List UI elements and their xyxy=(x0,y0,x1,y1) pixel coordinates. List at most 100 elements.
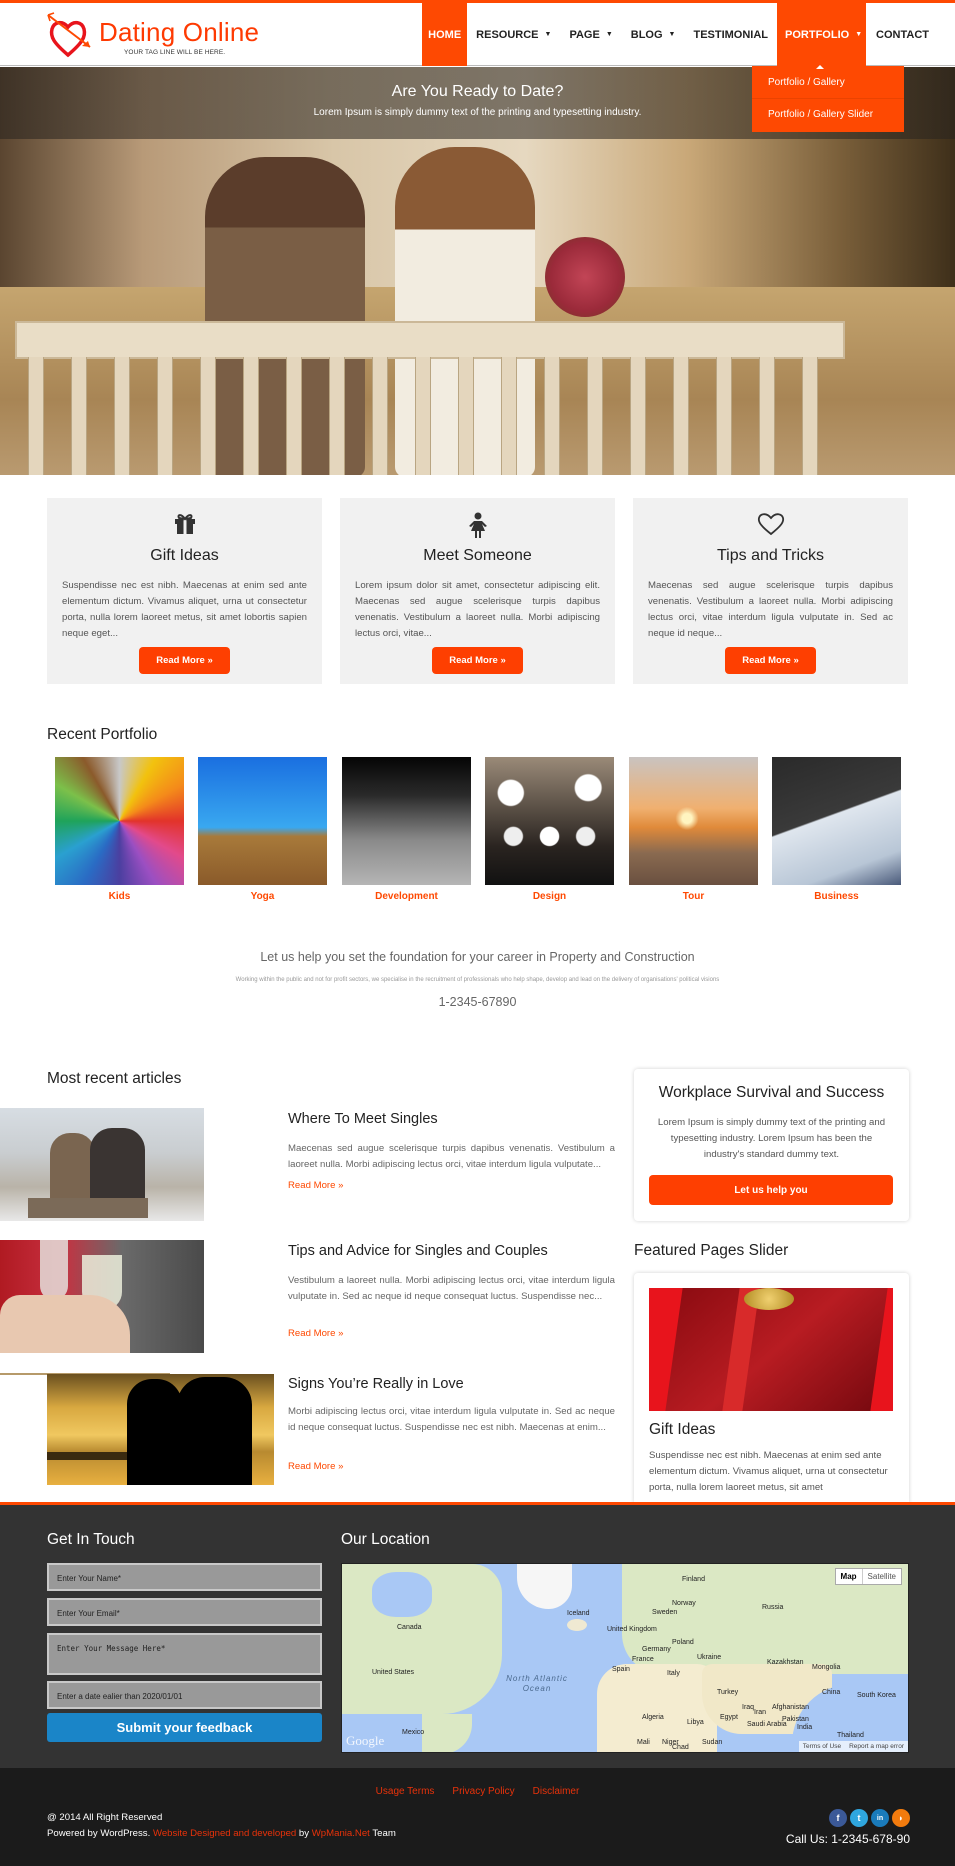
portfolio-label[interactable]: Design xyxy=(485,891,614,902)
nav-resource[interactable]: RESOURCE ▼ xyxy=(467,3,560,66)
article-text: Vestibulum a laoreet nulla. Morbi adipis… xyxy=(288,1275,615,1302)
nav-contact[interactable]: CONTACT xyxy=(866,3,955,66)
nav-page[interactable]: PAGE ▼ xyxy=(560,3,621,66)
hero-image-bench-slat xyxy=(630,357,646,475)
article-read-more-link[interactable]: Read More » xyxy=(288,1461,343,1472)
satellite-view-button[interactable]: Satellite xyxy=(863,1569,901,1584)
article-read-more-link[interactable]: Read More » xyxy=(288,1328,343,1339)
read-more-button[interactable]: Read More » xyxy=(139,647,230,674)
portfolio-item-yoga[interactable]: Yoga xyxy=(198,757,327,902)
nav-testimonial[interactable]: TESTIMONIAL xyxy=(684,3,777,66)
hero-image-bench-slat xyxy=(544,357,560,475)
privacy-policy-link[interactable]: Privacy Policy xyxy=(452,1786,514,1797)
portfolio-image-yoga[interactable] xyxy=(198,757,327,885)
call-us-text: Call Us: 1-2345-678-90 xyxy=(785,1832,910,1846)
map-country-label: Sweden xyxy=(652,1609,678,1616)
nav-home-label: HOME xyxy=(428,28,462,41)
article-title[interactable]: Where To Meet Singles xyxy=(288,1111,438,1127)
usage-terms-link[interactable]: Usage Terms xyxy=(376,1786,435,1797)
featured-slider-heading: Featured Pages Slider xyxy=(634,1242,789,1259)
rss-icon[interactable]: ◗ xyxy=(892,1809,910,1827)
hero-image-bench-slat xyxy=(286,357,302,475)
portfolio-label[interactable]: Tour xyxy=(629,891,758,902)
message-textarea[interactable]: Enter Your Message Here* xyxy=(47,1633,322,1675)
portfolio-label[interactable]: Business xyxy=(772,891,901,902)
map-ocean-label: North Atlantic Ocean xyxy=(506,1674,568,1693)
map-land-greenland xyxy=(517,1564,572,1609)
submit-feedback-button[interactable]: Submit your feedback xyxy=(47,1713,322,1742)
read-more-button[interactable]: Read More » xyxy=(725,647,816,674)
linkedin-icon[interactable]: in xyxy=(871,1809,889,1827)
portfolio-item-business[interactable]: Business xyxy=(772,757,901,902)
portfolio-item-tour[interactable]: Tour xyxy=(629,757,758,902)
portfolio-label[interactable]: Development xyxy=(342,891,471,902)
nav-resource-label: RESOURCE xyxy=(476,28,539,41)
workplace-card: Workplace Survival and Success Lorem Ips… xyxy=(634,1069,909,1221)
recent-articles-heading: Most recent articles xyxy=(47,1070,182,1087)
dropdown-item-portfolio-gallery-slider[interactable]: Portfolio / Gallery Slider xyxy=(768,109,873,120)
map-country-label: Mexico xyxy=(402,1729,425,1736)
portfolio-item-design[interactable]: Design xyxy=(485,757,614,902)
name-input[interactable]: Enter Your Name* xyxy=(47,1563,322,1591)
map-footer: Terms of Use Report a map error xyxy=(798,1741,908,1752)
map-country-label: Chad xyxy=(672,1744,689,1751)
let-us-help-button[interactable]: Let us help you xyxy=(649,1175,893,1205)
hero-image-bench-slat xyxy=(759,357,775,475)
hero-image-bench-slat xyxy=(114,357,130,475)
portfolio-image-kids[interactable] xyxy=(55,757,184,885)
map-country-label: Sudan xyxy=(702,1739,723,1746)
get-in-touch-heading: Get In Touch xyxy=(47,1531,135,1548)
article-image-where-to-meet-singles[interactable] xyxy=(0,1108,204,1221)
hero-image-bench-slat xyxy=(458,357,474,475)
dropdown-item-portfolio-gallery[interactable]: Portfolio / Gallery xyxy=(768,77,845,88)
twitter-icon[interactable]: t xyxy=(850,1809,868,1827)
map-country-label: Finland xyxy=(682,1576,705,1583)
feature-text: Lorem ipsum dolor sit amet, consectetur … xyxy=(355,580,600,639)
article-title[interactable]: Signs You’re Really in Love xyxy=(288,1376,464,1392)
article-image-figure xyxy=(90,1128,145,1203)
map-country-label: Iceland xyxy=(567,1610,590,1617)
portfolio-image-business[interactable] xyxy=(772,757,901,885)
feature-box-gift-ideas: Gift Ideas Suspendisse nec est nibh. Mae… xyxy=(47,498,322,684)
article-read-more-link[interactable]: Read More » xyxy=(288,1180,343,1191)
wpmania-link[interactable]: WpMania.Net xyxy=(312,1828,370,1839)
map-country-label: Iraq xyxy=(742,1704,755,1711)
portfolio-label[interactable]: Yoga xyxy=(198,891,327,902)
map-type-toggle: Map Satellite xyxy=(834,1568,902,1585)
portfolio-item-development[interactable]: Development xyxy=(342,757,471,902)
website-designed-link[interactable]: Website Designed and developed xyxy=(153,1828,296,1839)
caret-down-icon: ▼ xyxy=(544,31,552,38)
portfolio-image-design[interactable] xyxy=(485,757,614,885)
portfolio-image-tour[interactable] xyxy=(629,757,758,885)
map-country-label: Iran xyxy=(754,1709,767,1716)
location-map[interactable]: Canada United States Mexico Iceland United K… xyxy=(341,1563,909,1753)
article-image-tips-and-advice[interactable] xyxy=(0,1240,204,1353)
cta-heading: Let us help you set the foundation for y… xyxy=(260,950,695,964)
article-text: Morbi adipiscing lectus orci, vitae inte… xyxy=(288,1406,615,1433)
article-title[interactable]: Tips and Advice for Singles and Couples xyxy=(288,1243,548,1259)
article-image-signs-in-love[interactable] xyxy=(47,1374,274,1485)
facebook-icon[interactable]: f xyxy=(829,1809,847,1827)
map-view-button[interactable]: Map xyxy=(836,1569,863,1584)
article-image-glass xyxy=(40,1240,68,1300)
read-more-button[interactable]: Read More » xyxy=(432,647,523,674)
hero-image-bench-slat xyxy=(28,357,44,475)
hero-image-bench-slat xyxy=(372,357,388,475)
portfolio-dropdown-menu: Portfolio / Gallery Portfolio / Gallery … xyxy=(752,65,904,132)
email-input[interactable]: Enter Your Email* xyxy=(47,1598,322,1626)
map-country-label: India xyxy=(797,1724,813,1731)
date-input[interactable]: Enter a date ealier than 2020/01/01 xyxy=(47,1681,322,1709)
nav-blog[interactable]: BLOG ▼ xyxy=(622,3,685,66)
portfolio-label[interactable]: Kids xyxy=(55,891,184,902)
feature-title: Gift Ideas xyxy=(150,547,219,564)
nav-portfolio[interactable]: PORTFOLIO ▼ xyxy=(777,3,867,66)
caret-down-icon: ▼ xyxy=(855,31,863,38)
report-map-error-link[interactable]: Report a map error xyxy=(849,1743,904,1750)
portfolio-item-kids[interactable]: Kids xyxy=(55,757,184,902)
nav-home[interactable]: HOME xyxy=(422,3,468,66)
disclaimer-link[interactable]: Disclaimer xyxy=(533,1786,580,1797)
featured-slide-image[interactable] xyxy=(649,1288,893,1411)
terms-of-use-link[interactable]: Terms of Use xyxy=(803,1743,841,1750)
portfolio-image-development[interactable] xyxy=(342,757,471,885)
logo[interactable]: Dating Online YOUR TAG LINE WILL BE HERE… xyxy=(46,11,266,61)
